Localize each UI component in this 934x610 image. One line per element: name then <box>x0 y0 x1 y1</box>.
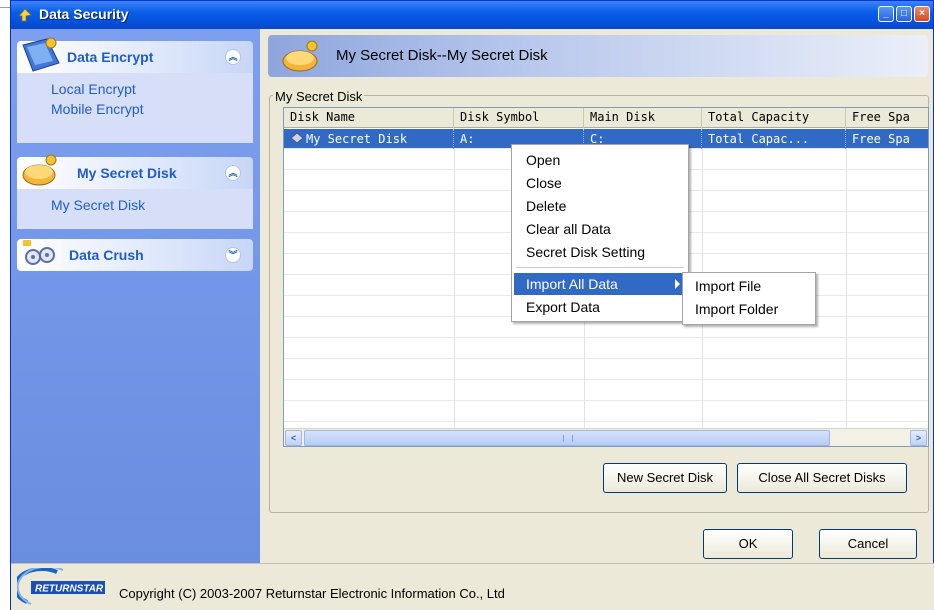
cancel-button[interactable]: Cancel <box>819 529 917 559</box>
group-header-data-crush[interactable]: Data Crush ︾ <box>17 239 253 271</box>
column-disk-symbol[interactable]: Disk Symbol <box>454 108 584 128</box>
sidebar: Data Encrypt ︽ Local Encrypt Mobile Encr… <box>11 29 260 563</box>
column-main-disk[interactable]: Main Disk <box>584 108 702 128</box>
group-header-my-secret-disk[interactable]: My Secret Disk ︽ <box>17 154 253 189</box>
menu-separator <box>516 267 684 268</box>
close-button[interactable]: × <box>914 6 930 22</box>
data-crush-icon <box>23 240 55 265</box>
table-header: Disk Name Disk Symbol Main Disk Total Ca… <box>284 108 928 128</box>
title-bar[interactable]: Data Security _ □ × <box>11 1 933 29</box>
group-label: Data Crush <box>69 247 144 263</box>
sidebar-group-my-secret-disk: My Secret Disk ︽ My Secret Disk <box>17 154 253 229</box>
cell-free-space: Free Spa <box>852 132 910 146</box>
column-total-capacity[interactable]: Total Capacity <box>702 108 846 128</box>
import-submenu: Import File Import Folder <box>682 272 816 325</box>
returnstar-logo: RETURNSTAR <box>17 568 105 605</box>
column-disk-name[interactable]: Disk Name <box>284 108 454 128</box>
cell-disk-name: My Secret Disk <box>284 129 454 149</box>
menu-item-open[interactable]: Open <box>514 149 686 171</box>
sidebar-item-local-encrypt[interactable]: Local Encrypt <box>51 79 253 99</box>
frame-legend: My Secret Disk <box>273 89 365 104</box>
menu-item-secret-disk-setting[interactable]: Secret Disk Setting <box>514 241 686 263</box>
menu-item-clear-all-data[interactable]: Clear all Data <box>514 218 686 240</box>
collapse-chevron-icon[interactable]: ︽ <box>225 165 241 181</box>
sidebar-group-data-crush: Data Crush ︾ <box>17 239 253 271</box>
expand-chevron-icon[interactable]: ︾ <box>225 247 241 263</box>
menu-item-import-folder[interactable]: Import Folder <box>685 298 813 320</box>
window-title: Data Security <box>39 6 129 22</box>
column-free-space[interactable]: Free Spa <box>846 108 928 128</box>
copyright-text: Copyright (C) 2003-2007 Returnstar Elect… <box>119 586 505 601</box>
sidebar-item-mobile-encrypt[interactable]: Mobile Encrypt <box>51 99 253 119</box>
context-menu: Open Close Delete Clear all Data Secret … <box>511 144 689 322</box>
page-title: My Secret Disk--My Secret Disk <box>336 47 548 64</box>
new-secret-disk-button[interactable]: New Secret Disk <box>603 463 727 493</box>
menu-item-close[interactable]: Close <box>514 172 686 194</box>
disk-name: My Secret Disk <box>306 132 408 146</box>
horizontal-scrollbar[interactable]: < > <box>284 428 928 446</box>
group-label: Data Encrypt <box>67 49 154 65</box>
cell-total-capacity: Total Capac... <box>702 129 846 149</box>
desktop-strip <box>0 0 10 610</box>
scroll-right-icon[interactable]: > <box>910 430 927 446</box>
scroll-thumb[interactable] <box>304 430 830 446</box>
menu-item-import-file[interactable]: Import File <box>685 275 813 297</box>
group-label: My Secret Disk <box>77 165 177 181</box>
sidebar-item-my-secret-disk[interactable]: My Secret Disk <box>51 195 253 215</box>
sidebar-group-data-encrypt: Data Encrypt ︽ Local Encrypt Mobile Encr… <box>17 37 253 143</box>
disk-icon <box>290 132 304 144</box>
maximize-button[interactable]: □ <box>896 6 912 22</box>
menu-item-import-all-data[interactable]: Import All Data <box>514 273 686 295</box>
submenu-arrow-icon <box>675 279 680 289</box>
menu-item-delete[interactable]: Delete <box>514 195 686 217</box>
menu-item-label: Import All Data <box>526 276 618 292</box>
collapse-chevron-icon[interactable]: ︽ <box>225 49 241 65</box>
ok-button[interactable]: OK <box>703 529 793 559</box>
close-all-secret-disks-button[interactable]: Close All Secret Disks <box>737 463 907 493</box>
menu-item-export-data[interactable]: Export Data <box>514 296 686 318</box>
minimize-button[interactable]: _ <box>878 6 894 22</box>
scroll-left-icon[interactable]: < <box>285 430 302 446</box>
encrypt-folder-icon <box>22 37 60 72</box>
svg-text:RETURNSTAR: RETURNSTAR <box>35 584 104 595</box>
app-icon <box>18 8 32 22</box>
group-header-data-encrypt[interactable]: Data Encrypt ︽ <box>17 37 253 73</box>
footer: RETURNSTAR Copyright (C) 2003-2007 Retur… <box>11 563 934 610</box>
page-header: My Secret Disk--My Secret Disk <box>268 35 928 77</box>
app-window: Data Security _ □ × Data Encrypt ︽ Local… <box>10 0 934 610</box>
secret-disk-icon <box>282 40 318 72</box>
secret-disk-icon <box>22 154 57 186</box>
